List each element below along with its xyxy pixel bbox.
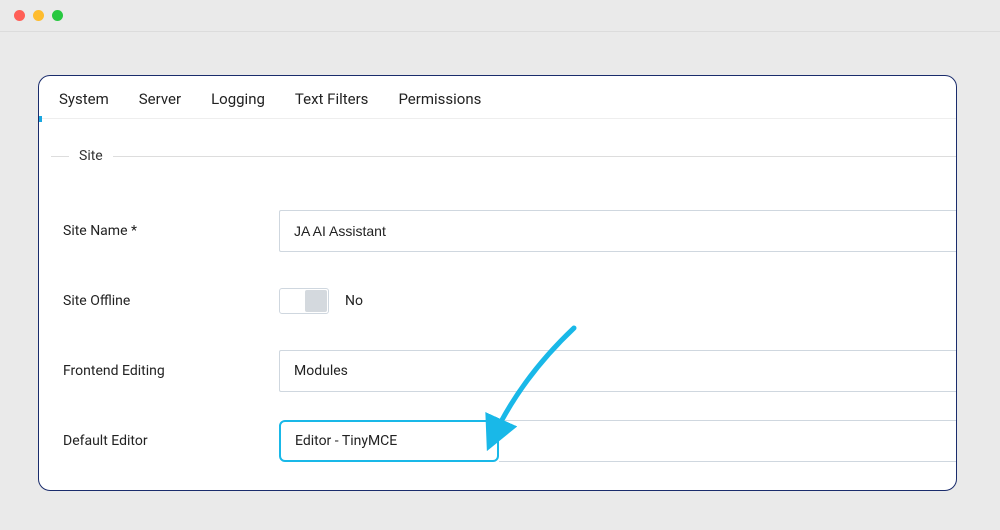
config-panel: System Server Logging Text Filters Permi… (38, 75, 957, 491)
control-default-editor: Editor - TinyMCE (279, 420, 956, 462)
control-site-name (279, 210, 956, 252)
select-default-editor-rest-line (499, 420, 956, 462)
row-site-offline: Site Offline No (59, 266, 956, 336)
tab-system[interactable]: System (59, 90, 109, 108)
tab-logging[interactable]: Logging (211, 90, 265, 108)
maximize-window-icon[interactable] (52, 10, 63, 21)
tab-text-filters[interactable]: Text Filters (295, 90, 369, 108)
select-frontend-editing-value: Modules (294, 363, 348, 379)
control-frontend-editing: Modules (279, 350, 956, 392)
label-default-editor: Default Editor (59, 433, 279, 449)
row-site-name: Site Name * (59, 196, 956, 266)
tab-permissions[interactable]: Permissions (398, 90, 481, 108)
tabs-bar: System Server Logging Text Filters Permi… (39, 76, 956, 119)
label-frontend-editing: Frontend Editing (59, 363, 279, 379)
select-default-editor[interactable]: Editor - TinyMCE (279, 420, 499, 462)
label-site-name: Site Name * (59, 223, 279, 239)
row-default-editor: Default Editor Editor - TinyMCE (59, 406, 956, 476)
tab-active-indicator (39, 116, 42, 122)
select-default-editor-value: Editor - TinyMCE (295, 433, 397, 449)
select-frontend-editing[interactable]: Modules (279, 350, 956, 392)
close-window-icon[interactable] (14, 10, 25, 21)
row-frontend-editing: Frontend Editing Modules (59, 336, 956, 406)
toggle-site-offline[interactable] (279, 288, 329, 314)
fieldset-label-site: Site (69, 148, 113, 164)
form-body: Site Name * Site Offline No Frontend Edi… (59, 196, 956, 476)
input-site-name[interactable] (279, 210, 956, 252)
window-titlebar (0, 0, 1000, 32)
tab-server[interactable]: Server (139, 90, 181, 108)
label-site-offline: Site Offline (59, 293, 279, 309)
toggle-thumb-icon (305, 290, 327, 312)
minimize-window-icon[interactable] (33, 10, 44, 21)
toggle-site-offline-label: No (345, 293, 363, 309)
control-site-offline: No (279, 288, 956, 314)
fieldset-divider (51, 156, 956, 157)
